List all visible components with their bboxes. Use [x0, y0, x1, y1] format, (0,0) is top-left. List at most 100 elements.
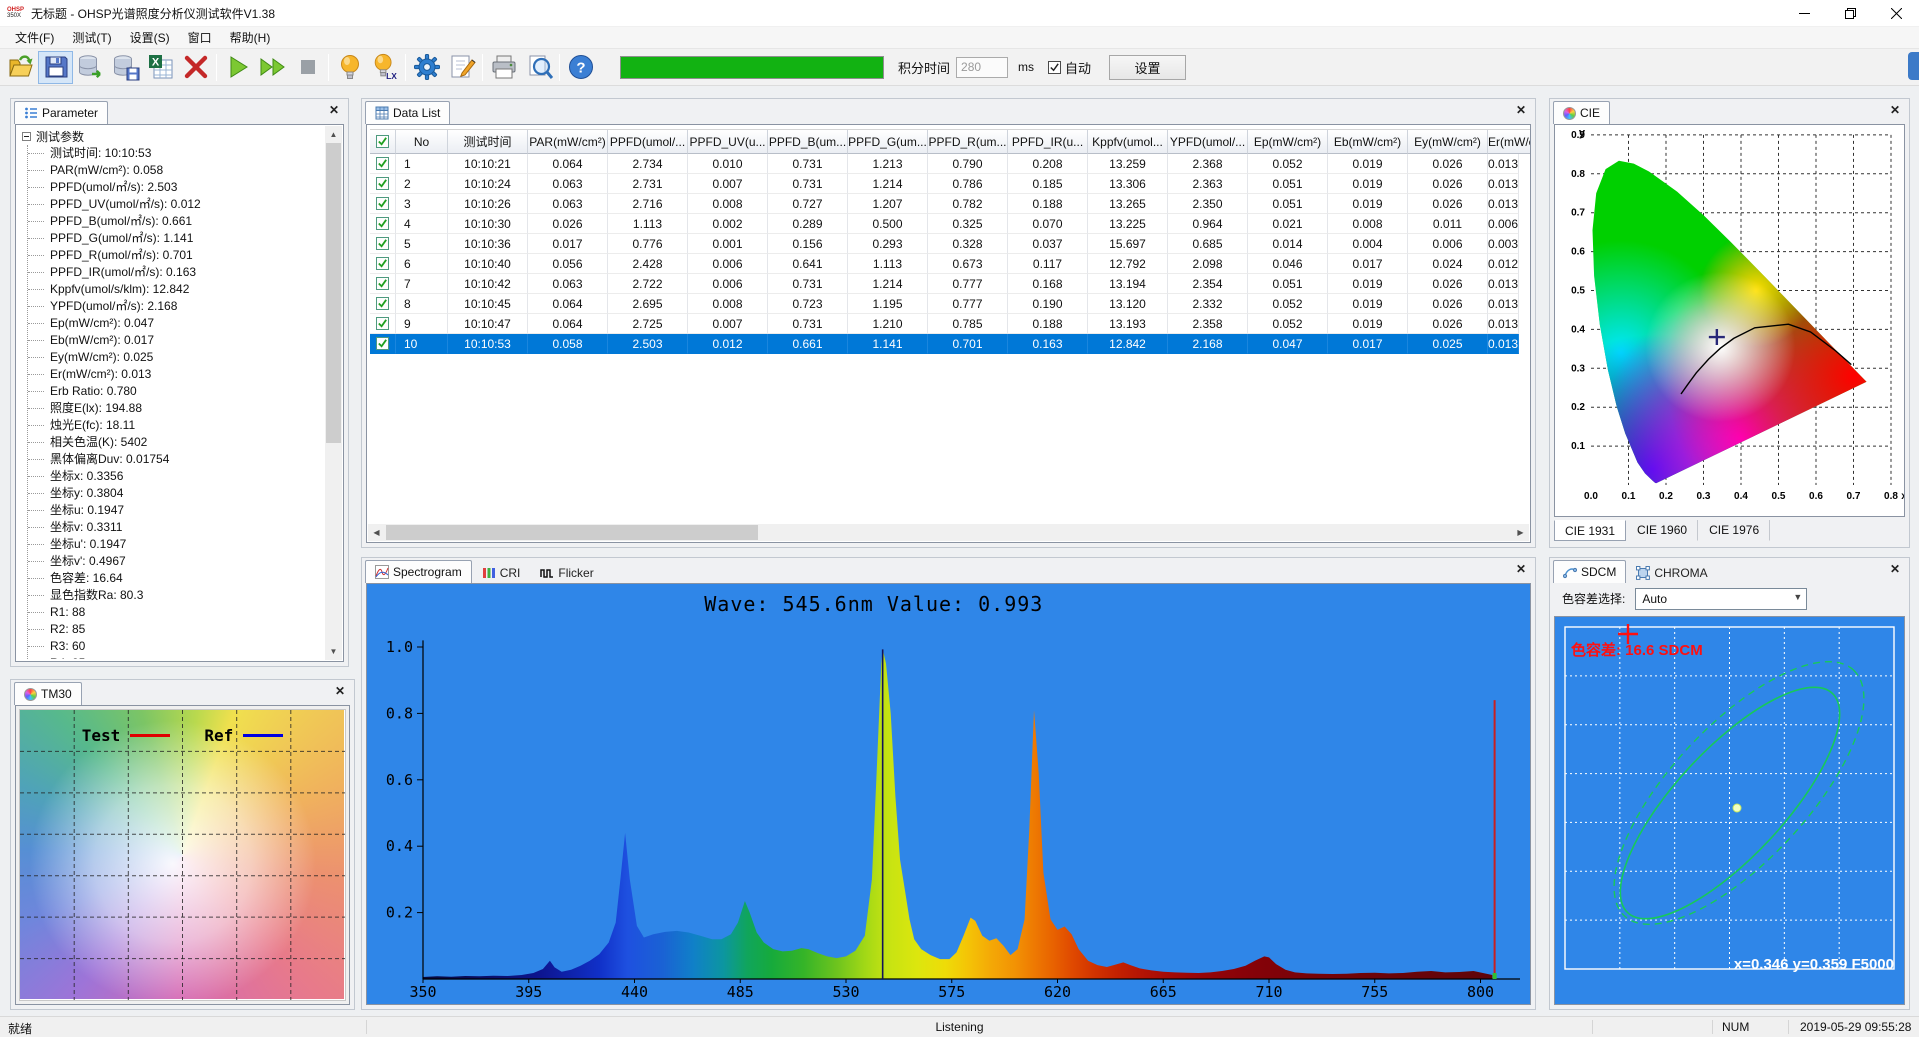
- tab-cie[interactable]: CIE: [1553, 101, 1610, 124]
- table-row-4[interactable]: 410:10:300.0261.1130.0020.2890.5000.3250…: [370, 214, 1531, 234]
- table-row-2[interactable]: 210:10:240.0632.7310.0070.7311.2140.7860…: [370, 174, 1531, 194]
- column-header-4[interactable]: PPFD_UV(u...: [688, 130, 768, 154]
- tree-item-4[interactable]: PPFD_B(umol/㎡/s): 0.661: [28, 213, 324, 230]
- tree-item-12[interactable]: Ey(mW/cm²): 0.025: [28, 349, 324, 366]
- table-horizontal-scrollbar[interactable]: ◀ ▶: [368, 524, 1529, 541]
- column-header-3[interactable]: PPFD(umol/...: [608, 130, 688, 154]
- tab-cie-1931[interactable]: CIE 1931: [1554, 520, 1626, 541]
- tree-item-24[interactable]: 坐标v': 0.4967: [28, 553, 324, 570]
- minimize-button[interactable]: [1781, 0, 1827, 27]
- tree-item-16[interactable]: 烛光E(fc): 18.11: [28, 417, 324, 434]
- menu-item-2[interactable]: 设置(S): [121, 27, 179, 48]
- select-all-checkbox[interactable]: [376, 135, 389, 148]
- close-icon[interactable]: ✕: [1514, 103, 1528, 117]
- tree-item-21[interactable]: 坐标u: 0.1947: [28, 502, 324, 519]
- close-icon[interactable]: ✕: [333, 684, 347, 698]
- tree-item-3[interactable]: PPFD_UV(umol/㎡/s): 0.012: [28, 196, 324, 213]
- scroll-down-icon[interactable]: ▼: [325, 643, 342, 660]
- menu-item-0[interactable]: 文件(F): [6, 27, 63, 48]
- tree-item-30[interactable]: R4: 85: [28, 655, 324, 659]
- stop-test-button[interactable]: [290, 51, 325, 84]
- preview-button[interactable]: [521, 51, 556, 84]
- tree-item-18[interactable]: 黑体偏离Duv: 0.01754: [28, 451, 324, 468]
- tab-cie-1976[interactable]: CIE 1976: [1698, 520, 1770, 541]
- column-header-1[interactable]: 测试时间: [448, 130, 528, 154]
- tree-item-19[interactable]: 坐标x: 0.3356: [28, 468, 324, 485]
- tab-spec-cri[interactable]: CRI: [472, 562, 531, 583]
- delete-button[interactable]: [178, 51, 213, 84]
- export-data-button[interactable]: [73, 51, 108, 84]
- tree-item-7[interactable]: PPFD_IR(umol/㎡/s): 0.163: [28, 264, 324, 281]
- table-row-7[interactable]: 710:10:420.0632.7220.0060.7311.2140.7770…: [370, 274, 1531, 294]
- save-data-button[interactable]: [108, 51, 143, 84]
- tree-root[interactable]: 测试参数: [18, 127, 324, 145]
- tab-parameter[interactable]: Parameter: [14, 101, 108, 124]
- tree-item-22[interactable]: 坐标v: 0.3311: [28, 519, 324, 536]
- continuous-test-button[interactable]: [255, 51, 290, 84]
- help-button[interactable]: ?: [563, 51, 598, 84]
- tree-item-29[interactable]: R3: 60: [28, 638, 324, 655]
- column-header-8[interactable]: PPFD_IR(u...: [1008, 130, 1088, 154]
- tree-item-25[interactable]: 色容差: 16.64: [28, 570, 324, 587]
- table-row-3[interactable]: 310:10:260.0632.7160.0080.7271.2070.7820…: [370, 194, 1531, 214]
- row-checkbox[interactable]: [376, 217, 389, 230]
- tab-sdcm-sdcm[interactable]: SDCM: [1553, 560, 1626, 583]
- restore-button[interactable]: [1827, 0, 1873, 27]
- tab-spec-flicker[interactable]: Flicker: [530, 562, 603, 583]
- table-row-6[interactable]: 610:10:400.0562.4280.0060.6411.1130.6730…: [370, 254, 1531, 274]
- table-row-8[interactable]: 810:10:450.0642.6950.0080.7231.1950.7770…: [370, 294, 1531, 314]
- column-header-11[interactable]: Ep(mW/cm²): [1248, 130, 1328, 154]
- row-checkbox[interactable]: [376, 257, 389, 270]
- edit-button[interactable]: [444, 51, 479, 84]
- parameter-scrollbar[interactable]: ▲ ▼: [325, 126, 342, 660]
- row-checkbox[interactable]: [376, 157, 389, 170]
- column-header-2[interactable]: PAR(mW/cm²): [528, 130, 608, 154]
- start-test-button[interactable]: [220, 51, 255, 84]
- menu-item-3[interactable]: 窗口: [179, 27, 221, 48]
- column-header-0[interactable]: No: [396, 130, 448, 154]
- print-button[interactable]: [486, 51, 521, 84]
- column-header-10[interactable]: YPFD(umol/...: [1168, 130, 1248, 154]
- tab-spec-spectrogram[interactable]: Spectrogram: [365, 560, 472, 583]
- table-row-9[interactable]: 910:10:470.0642.7250.0070.7311.2100.7850…: [370, 314, 1531, 334]
- column-header-7[interactable]: PPFD_R(um...: [928, 130, 1008, 154]
- tree-item-27[interactable]: R1: 88: [28, 604, 324, 621]
- row-checkbox[interactable]: [376, 237, 389, 250]
- tolerance-select[interactable]: Auto ▼: [1635, 588, 1807, 610]
- scroll-left-icon[interactable]: ◀: [368, 524, 385, 541]
- tree-item-17[interactable]: 相关色温(K): 5402: [28, 434, 324, 451]
- tree-item-23[interactable]: 坐标u': 0.1947: [28, 536, 324, 553]
- integration-time-input[interactable]: [956, 57, 1008, 78]
- auto-checkbox[interactable]: [1048, 61, 1061, 74]
- tab-tm30[interactable]: TM30: [14, 682, 82, 705]
- close-icon[interactable]: ✕: [327, 103, 341, 117]
- column-header-14[interactable]: Er(mW/cm²): [1488, 130, 1531, 154]
- tree-item-5[interactable]: PPFD_G(umol/㎡/s): 1.141: [28, 230, 324, 247]
- row-checkbox[interactable]: [376, 197, 389, 210]
- settings-button[interactable]: 设置: [1109, 55, 1186, 80]
- tab-sdcm-chroma[interactable]: CHROMA: [1626, 562, 1717, 583]
- column-header-9[interactable]: Kppfv(umol...: [1088, 130, 1168, 154]
- open-file-button[interactable]: [3, 51, 38, 84]
- close-icon[interactable]: ✕: [1888, 562, 1902, 576]
- row-checkbox[interactable]: [376, 177, 389, 190]
- menu-item-4[interactable]: 帮助(H): [221, 27, 280, 48]
- column-header-13[interactable]: Ey(mW/cm²): [1408, 130, 1488, 154]
- tab-cie-1960[interactable]: CIE 1960: [1626, 520, 1698, 541]
- tree-item-9[interactable]: YPFD(umol/㎡/s): 2.168: [28, 298, 324, 315]
- column-header-12[interactable]: Eb(mW/cm²): [1328, 130, 1408, 154]
- tree-item-15[interactable]: 照度E(lx): 194.88: [28, 400, 324, 417]
- close-icon[interactable]: ✕: [1514, 562, 1528, 576]
- collapse-icon[interactable]: [22, 132, 31, 141]
- settings-gear-button[interactable]: [409, 51, 444, 84]
- close-icon[interactable]: ✕: [1888, 103, 1902, 117]
- row-checkbox[interactable]: [376, 277, 389, 290]
- export-excel-button[interactable]: X: [143, 51, 178, 84]
- tree-item-11[interactable]: Eb(mW/cm²): 0.017: [28, 332, 324, 349]
- tree-item-8[interactable]: Kppfv(umol/s/klm): 12.842: [28, 281, 324, 298]
- menu-item-1[interactable]: 测试(T): [63, 27, 120, 48]
- lamp-button[interactable]: [332, 51, 367, 84]
- column-header-6[interactable]: PPFD_G(um...: [848, 130, 928, 154]
- table-row-5[interactable]: 510:10:360.0170.7760.0010.1560.2930.3280…: [370, 234, 1531, 254]
- table-row-1[interactable]: 110:10:210.0642.7340.0100.7311.2130.7900…: [370, 154, 1531, 174]
